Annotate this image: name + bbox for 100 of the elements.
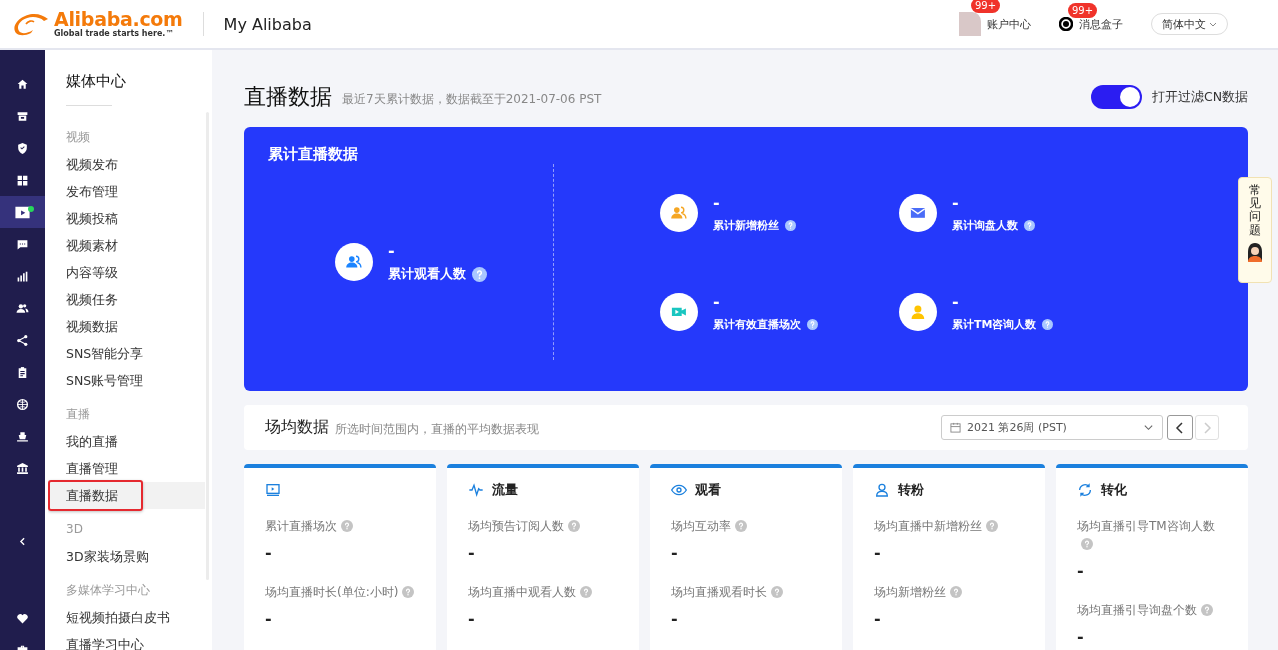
card-title: 转粉 [898,481,924,499]
card-title: 流量 [492,481,518,499]
help-icon[interactable] [472,266,487,282]
metric-value: - [1077,561,1085,581]
menu-item[interactable]: 直播数据 [48,482,205,509]
metric-label: 累计TM咨询人数 [952,316,1037,332]
menu-item[interactable]: 直播学习中心 [48,631,205,650]
metric-label: 场均预告订阅人数 [468,519,564,533]
help-icon[interactable] [1024,219,1035,231]
metric-value: - [1077,627,1085,647]
metric-value: - [952,292,960,311]
metric-value: - [713,292,721,311]
share-icon [16,333,29,347]
menu-item[interactable]: 我的直播 [48,428,205,455]
help-icon[interactable] [807,318,818,330]
metric-label: 累计直播场次 [265,519,337,533]
page-heading: My Alibaba [223,14,312,34]
shield-icon [16,141,29,155]
toggle-label: 打开过滤CN数据 [1151,88,1248,106]
apps-icon [16,173,29,187]
metric-label: 累计观看人数 [388,265,466,283]
page-subtitle: 最近7天累计数据，数据截至于2021-07-06 PST [342,90,602,108]
chevron-left-icon [1175,421,1185,434]
metric-label: 场均直播观看时长 [671,585,767,599]
menu-item[interactable]: 内容等级 [48,259,205,286]
pulse-icon [468,482,484,498]
menu-item[interactable]: 3D家装场景购 [48,543,205,570]
menu-item[interactable]: 视频数据 [48,313,205,340]
metric-value: - [671,609,679,629]
menu-item[interactable]: 短视频拍摄白皮书 [48,604,205,631]
calendar-icon [950,422,961,433]
section-subtitle: 所选时间范围内，直播的平均数据表现 [335,420,539,438]
menu-group-heading: 多媒体学习中心 [65,582,150,599]
menu-group-heading: 视频 [65,129,90,146]
menu-item[interactable]: SNS智能分享 [48,340,205,367]
language-selector[interactable]: 简体中文 [1151,13,1228,35]
section-title: 场均数据 [265,417,329,438]
metric-value: - [265,609,273,629]
metric-value: - [874,543,882,563]
message-icon[interactable] [1059,17,1073,31]
card-title: 观看 [695,481,721,499]
refresh-icon [1077,482,1093,498]
home-icon [16,77,29,91]
menu-item[interactable]: 视频任务 [48,286,205,313]
logo-tagline: Global trade starts here.™ [54,29,175,39]
sidebar-title: 媒体中心 [66,72,126,90]
video-camera-icon [660,293,698,331]
person-icon [899,293,937,331]
clipboard-icon [16,365,29,379]
menu-item[interactable]: 发布管理 [48,178,205,205]
globe-icon [16,397,29,411]
metric-value: - [713,193,721,212]
users-icon [335,243,373,281]
help-icon[interactable] [1042,318,1054,330]
users-icon [16,301,29,315]
metric-label: 场均直播中新增粉丝 [874,519,982,533]
chat-icon [16,237,29,251]
card-title: 转化 [1101,481,1127,499]
caret-icon [1209,20,1217,28]
metric-label: 场均直播中观看人数 [468,585,576,599]
notification-badge: 99+ [1068,2,1098,18]
bank-icon [16,461,29,475]
menu-item[interactable]: 直播管理 [48,455,205,482]
account-link[interactable]: 账户中心 [987,16,1031,32]
help-icon[interactable] [785,219,796,231]
metric-value: - [874,609,882,629]
filter-toggle[interactable] [1090,85,1142,109]
users-icon [660,194,698,232]
week-picker-value: 2021 第26周 (PST) [967,420,1067,435]
menu-group-heading: 3D [65,521,83,538]
ship-icon [16,429,29,443]
metric-label: 累计有效直播场次 [713,316,801,332]
faq-tab[interactable]: 常见问题 [1238,177,1272,283]
menu-item[interactable]: 视频素材 [48,232,205,259]
metric-label: 累计新增粉丝 [713,217,779,233]
metric-label: 累计询盘人数 [952,217,1018,233]
caret-icon [1143,422,1154,433]
user-icon [874,482,890,498]
panel-title: 累计直播数据 [268,145,358,163]
metric-value: - [952,193,960,212]
metric-value: - [265,543,273,563]
metric-value: - [388,241,396,260]
store-icon [16,109,29,123]
page-title: 直播数据 [244,83,332,111]
heart-icon [16,611,29,625]
previous-button[interactable] [1167,415,1193,440]
menu-item[interactable]: 视频发布 [48,151,205,178]
week-picker[interactable]: 2021 第26周 (PST) [941,415,1163,440]
metric-label: 场均新增粉丝 [874,585,946,599]
menu-item[interactable]: SNS账号管理 [48,367,205,394]
chevron-right-icon [1202,421,1212,434]
metric-label: 场均直播引导询盘个数 [1077,603,1197,617]
menu-item[interactable]: 视频投稿 [48,205,205,232]
play-screen-icon [265,482,281,498]
metric-label: 场均直播时长(单位:小时) [265,585,399,599]
message-box-link[interactable]: 消息盒子 [1079,16,1123,32]
notification-badge: 99+ [971,0,1001,13]
metric-value: - [468,543,476,563]
nav-rail-item[interactable] [0,196,45,228]
eye-icon [671,482,687,498]
